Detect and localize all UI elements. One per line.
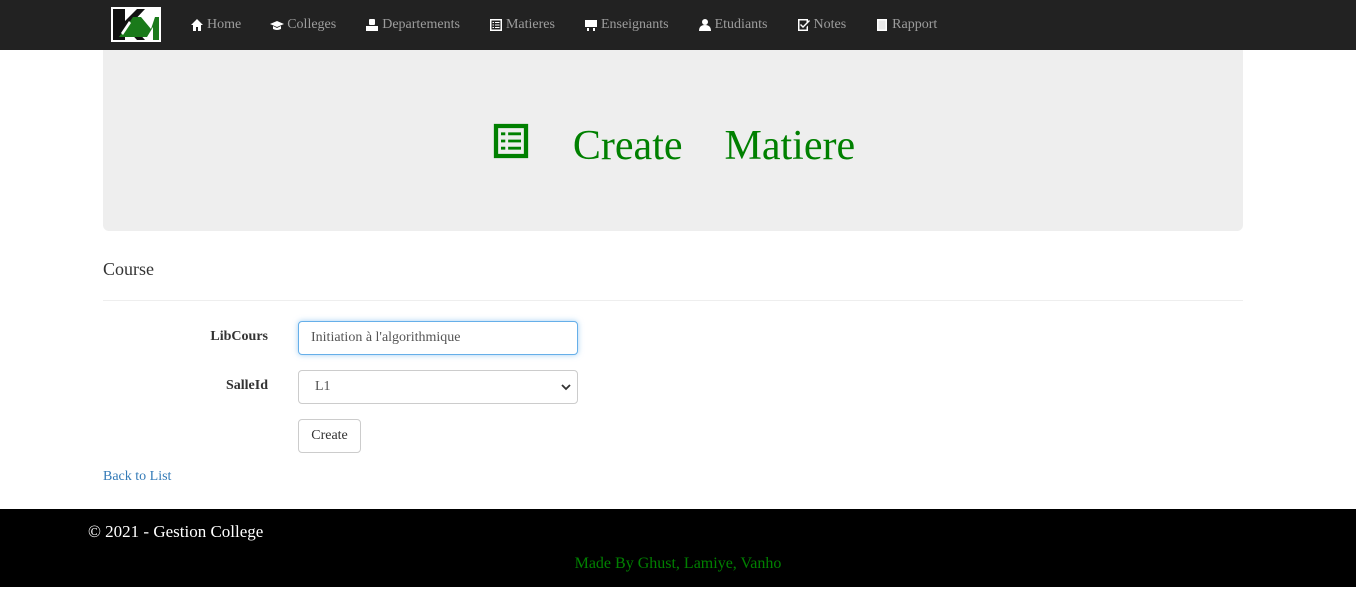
nav-colleges-label: Colleges: [287, 17, 337, 32]
nav-home[interactable]: Home: [190, 17, 241, 33]
salleid-label: SalleId: [225, 378, 268, 393]
page-title: Create Matiere: [103, 50, 1243, 231]
nav-departements[interactable]: Departements: [365, 17, 460, 33]
create-button[interactable]: Create: [298, 419, 361, 453]
list-alt-icon: [489, 19, 502, 31]
copyright-text: © 2021 - Gestion College: [88, 522, 264, 541]
book-icon: [877, 19, 888, 31]
home-icon: [191, 19, 203, 31]
salleid-value: L1: [315, 379, 331, 394]
brand-logo[interactable]: [111, 7, 161, 42]
blackboard-icon: [584, 20, 597, 31]
nav-etudiants-label: Etudiants: [714, 17, 768, 32]
nav-home-label: Home: [207, 17, 242, 32]
nav-rapport-label: Rapport: [892, 17, 938, 32]
title-matiere: Matiere: [724, 122, 856, 169]
nav-matieres-label: Matieres: [505, 17, 555, 32]
check-icon: [797, 19, 810, 31]
form-heading: Course: [103, 259, 154, 279]
libcours-input[interactable]: Initiation à l'algorithmique: [298, 321, 578, 355]
jumbotron: Create Matiere: [103, 50, 1243, 231]
nav-notes-label: Notes: [813, 17, 847, 32]
nav-rapport[interactable]: Rapport: [875, 17, 937, 33]
graduation-cap-icon: [270, 21, 285, 30]
libcours-value: Initiation à l'algorithmique: [311, 330, 461, 345]
list-alt-icon: [493, 123, 529, 158]
salleid-select[interactable]: L1: [298, 370, 578, 404]
nav-departements-label: Departements: [382, 17, 460, 32]
navbar: Home Colleges Departements Matieres Ense…: [0, 0, 1356, 50]
divider: [103, 300, 1243, 301]
title-create: Create: [572, 122, 683, 169]
user-icon: [698, 19, 711, 31]
nav-notes[interactable]: Notes: [797, 17, 847, 33]
libcours-label: LibCours: [210, 329, 268, 344]
back-to-list-link[interactable]: Back to List: [103, 469, 171, 485]
made-by-text: Made By Ghust, Lamiye, Vanho: [574, 555, 782, 572]
nav-matieres[interactable]: Matieres: [489, 17, 555, 33]
nav-etudiants[interactable]: Etudiants: [698, 17, 768, 33]
nav-enseignants[interactable]: Enseignants: [584, 17, 669, 33]
footer: © 2021 - Gestion College Made By Ghust, …: [0, 509, 1356, 587]
nav-enseignants-label: Enseignants: [600, 17, 669, 32]
chevron-down-icon: [561, 384, 571, 391]
user-badge-icon: [366, 19, 379, 31]
nav-colleges[interactable]: Colleges: [270, 17, 336, 33]
km-logo-icon: [111, 7, 161, 42]
